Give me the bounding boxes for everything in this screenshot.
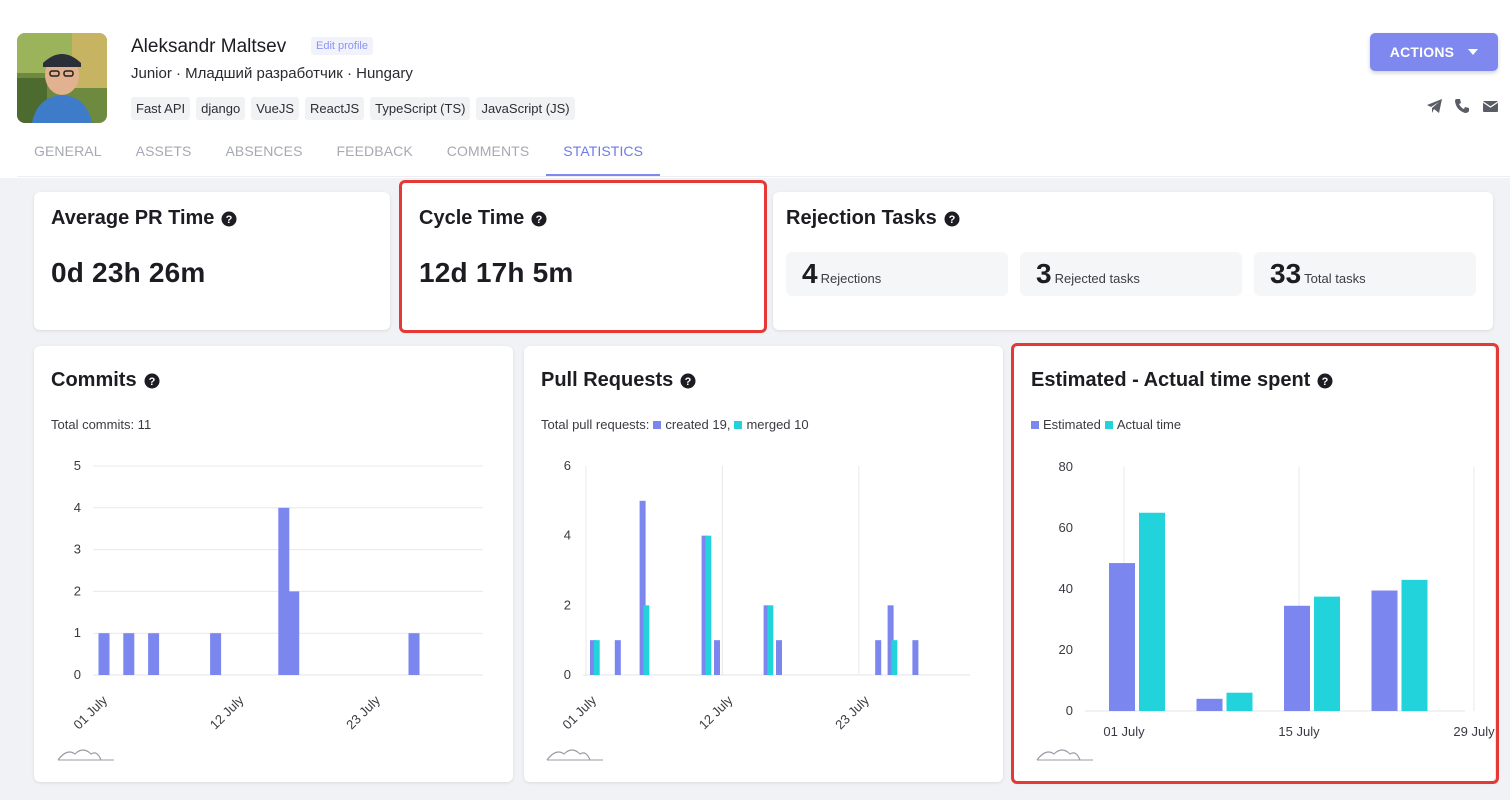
x-tick-label: 29 July	[1453, 724, 1495, 739]
zoom-reset-icon[interactable]	[57, 744, 115, 762]
bar	[1284, 605, 1310, 711]
bar	[1109, 563, 1135, 711]
bar	[1196, 698, 1223, 711]
bar	[1371, 590, 1398, 711]
bar	[1226, 692, 1253, 711]
x-tick-label: 01 July	[1103, 724, 1145, 739]
y-tick-label: 40	[1059, 581, 1073, 596]
y-tick-label: 20	[1059, 642, 1073, 657]
est-actual-chart: 0 20 40 60 80 01 July 15 July 29 July	[1059, 459, 1496, 739]
bar	[1401, 579, 1428, 711]
x-tick-label: 15 July	[1278, 724, 1320, 739]
zoom-reset-icon[interactable]	[546, 744, 604, 762]
y-tick-label: 80	[1059, 459, 1073, 474]
bar	[1314, 596, 1340, 711]
bar	[1139, 512, 1165, 711]
y-tick-label: 0	[1066, 703, 1073, 718]
y-tick-label: 60	[1059, 520, 1073, 535]
zoom-reset-icon[interactable]	[1036, 744, 1094, 762]
